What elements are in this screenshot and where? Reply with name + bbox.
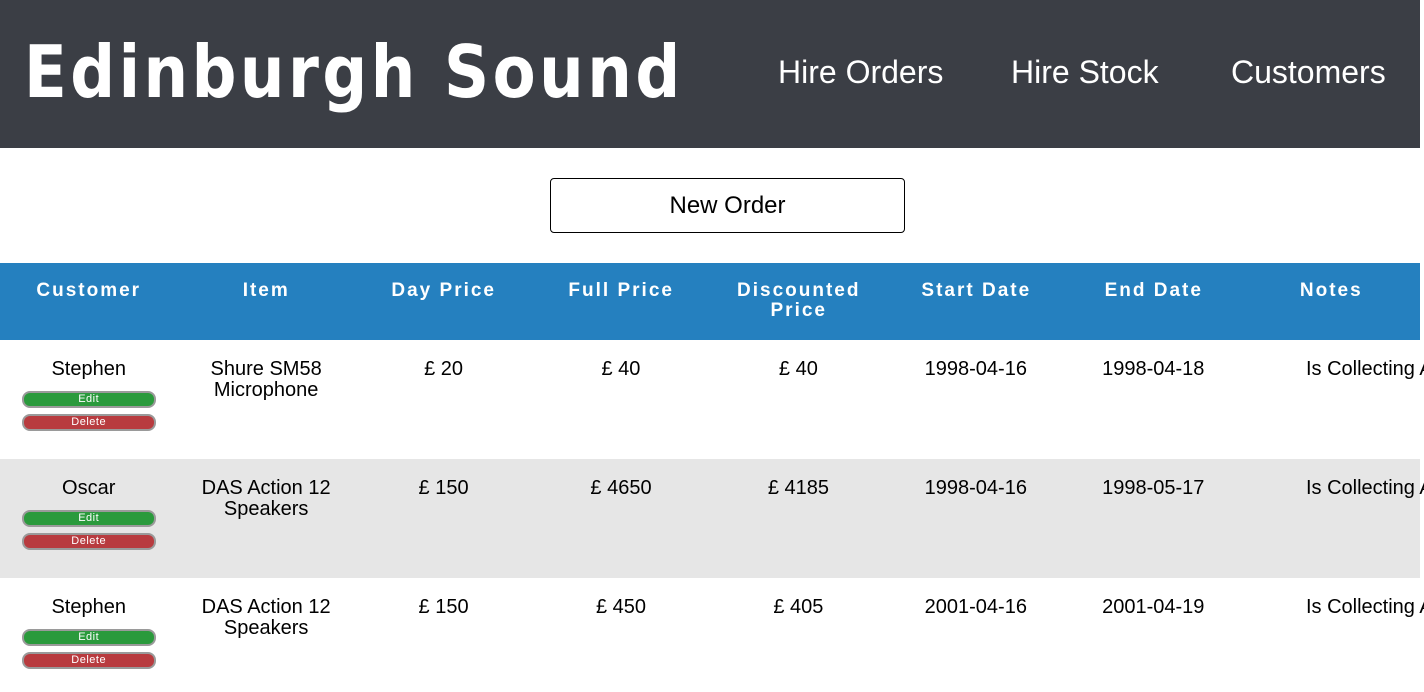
edit-button[interactable]: Edit: [21, 391, 156, 408]
item-name: Shure SM58 Microphone: [210, 358, 322, 401]
delete-button[interactable]: Delete: [21, 652, 156, 669]
discounted-price-cell: £ 405: [773, 596, 824, 618]
full-price-cell: £ 40: [601, 358, 641, 380]
item-cell: DAS Action 12 Speakers: [177, 459, 354, 578]
column-header-end-date: End Date: [1104, 280, 1203, 301]
table-row: Oscar Edit Delete DAS Action 12 Speakers…: [0, 459, 1424, 578]
column-header-customer: Customer: [36, 280, 142, 301]
nav-customers[interactable]: Customers: [1231, 52, 1386, 92]
page: Edinburgh Sound Hire Orders Hire Stock C…: [0, 0, 1424, 692]
site-logo-title[interactable]: Edinburgh Sound: [24, 28, 684, 116]
delete-button[interactable]: Delete: [21, 533, 156, 550]
column-header-start-date: Start Date: [921, 280, 1032, 301]
customer-name: Stephen: [51, 358, 126, 380]
hire-orders-table: Customer Item Day Price Full Price Disco…: [0, 263, 1424, 692]
nav-hire-stock[interactable]: Hire Stock: [1011, 52, 1159, 92]
notes-cell: Is Collecting At 9pm: [1305, 477, 1424, 499]
customer-name: Stephen: [51, 596, 126, 618]
table-row: Stephen Edit Delete Shure SM58 Microphon…: [0, 340, 1424, 459]
end-date-cell: 1998-05-17: [1102, 477, 1205, 499]
discounted-price-cell: £ 40: [778, 358, 818, 380]
column-header-notes: Notes: [1299, 280, 1363, 301]
column-header-item: Item: [242, 280, 290, 301]
new-order-button[interactable]: New Order: [550, 178, 905, 233]
full-price-cell: £ 450: [595, 596, 646, 618]
edit-button[interactable]: Edit: [21, 629, 156, 646]
day-price-cell: £ 150: [418, 596, 469, 618]
column-header-full-price: Full Price: [568, 280, 674, 301]
column-header-discounted-price: Discounted Price: [737, 280, 861, 321]
table-header: Customer Item Day Price Full Price Disco…: [0, 263, 1420, 340]
start-date-cell: 1998-04-16: [924, 477, 1027, 499]
start-date-cell: 2001-04-16: [924, 596, 1027, 618]
end-date-cell: 2001-04-19: [1102, 596, 1205, 618]
item-cell: Shure SM58 Microphone: [177, 340, 354, 459]
item-name: DAS Action 12 Speakers: [201, 596, 331, 639]
item-name: DAS Action 12 Speakers: [201, 477, 331, 520]
notes-cell: Is Collecting At 7pm: [1305, 358, 1424, 380]
full-price-cell: £ 4650: [590, 477, 652, 499]
discounted-price-cell: £ 4185: [767, 477, 829, 499]
day-price-cell: £ 20: [424, 358, 464, 380]
start-date-cell: 1998-04-16: [924, 358, 1027, 380]
customer-name: Oscar: [62, 477, 116, 499]
customer-cell: Oscar Edit Delete: [0, 459, 177, 578]
end-date-cell: 1998-04-18: [1102, 358, 1205, 380]
column-header-day-price: Day Price: [391, 280, 497, 301]
item-cell: DAS Action 12 Speakers: [177, 578, 354, 692]
table-row: Stephen Edit Delete DAS Action 12 Speake…: [0, 578, 1424, 692]
site-header: Edinburgh Sound Hire Orders Hire Stock C…: [0, 0, 1420, 148]
customer-cell: Stephen Edit Delete: [0, 340, 177, 459]
day-price-cell: £ 150: [418, 477, 469, 499]
notes-cell: Is Collecting At 8pm: [1305, 596, 1424, 618]
edit-button[interactable]: Edit: [21, 510, 156, 527]
delete-button[interactable]: Delete: [21, 414, 156, 431]
customer-cell: Stephen Edit Delete: [0, 578, 177, 692]
nav-hire-orders[interactable]: Hire Orders: [778, 52, 943, 92]
